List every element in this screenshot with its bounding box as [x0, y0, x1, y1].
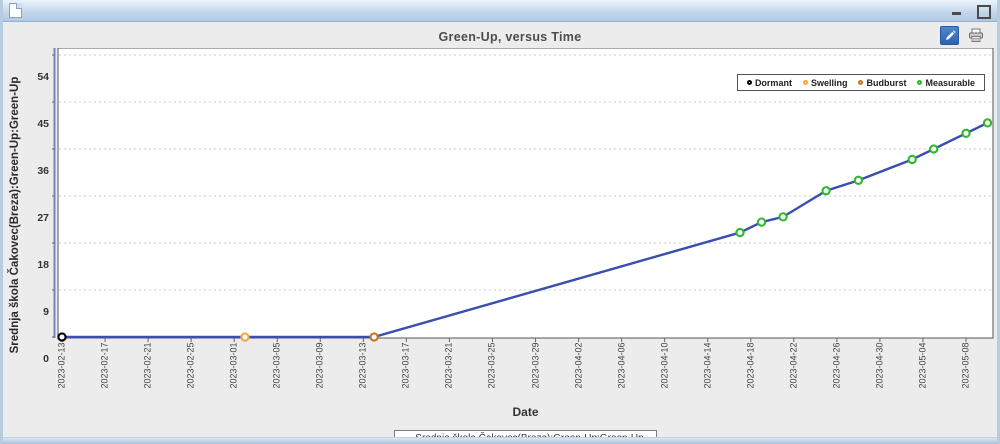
- data-point-measurable: [930, 145, 937, 152]
- x-tick-label: 2023-02-21: [143, 343, 154, 407]
- y-tick-label: 27: [19, 212, 49, 224]
- phase-legend-label: Measurable: [925, 78, 975, 88]
- x-tick-label: 2023-02-13: [57, 343, 68, 407]
- measurable-marker-icon: [917, 80, 922, 85]
- chart-plot-svg[interactable]: [52, 48, 999, 346]
- data-point-measurable: [736, 229, 743, 236]
- y-tick-label: 18: [19, 259, 49, 271]
- data-point-measurable: [779, 213, 786, 220]
- x-tick-label: 2023-04-06: [616, 343, 627, 407]
- x-tick-label: 2023-03-25: [487, 343, 498, 407]
- plot-area[interactable]: [52, 48, 999, 346]
- minimize-button[interactable]: [951, 4, 964, 17]
- phase-legend-label: Dormant: [755, 78, 792, 88]
- x-tick-label: 2023-02-17: [100, 343, 111, 407]
- data-point-budburst: [370, 333, 377, 340]
- data-point-measurable: [909, 156, 916, 163]
- maximize-button[interactable]: [976, 4, 989, 17]
- internal-frame: Green-Up, versus Time Genus: Betula, Spe…: [0, 0, 1000, 444]
- x-tick-label: 2023-03-05: [272, 343, 283, 407]
- phase-legend-item: Swelling: [803, 78, 848, 88]
- x-tick-label: 2023-05-08: [961, 343, 972, 407]
- data-point-measurable: [758, 219, 765, 226]
- data-point-measurable: [962, 130, 969, 137]
- x-tick-label: 2023-04-22: [788, 343, 799, 407]
- phase-legend-label: Budburst: [866, 78, 906, 88]
- x-tick-label: 2023-03-21: [444, 343, 455, 407]
- phase-legend: Dormant Swelling Budburst Measurable: [737, 74, 985, 91]
- swelling-marker-icon: [803, 80, 808, 85]
- pencil-icon: [943, 29, 956, 42]
- y-tick-label: 45: [19, 118, 49, 130]
- data-point-measurable: [823, 187, 830, 194]
- y-tick-label: 36: [19, 165, 49, 177]
- chart-title: Green-Up, versus Time: [43, 30, 977, 44]
- x-tick-label: 2023-05-04: [917, 343, 928, 407]
- phase-legend-item: Measurable: [917, 78, 975, 88]
- document-icon: [9, 3, 22, 18]
- phase-legend-item: Budburst: [858, 78, 906, 88]
- chart-panel: Green-Up, versus Time Genus: Betula, Spe…: [3, 22, 997, 437]
- x-tick-label: 2023-04-14: [702, 343, 713, 407]
- phase-legend-item: Dormant: [747, 78, 792, 88]
- x-tick-label: 2023-04-18: [745, 343, 756, 407]
- data-point-dormant: [58, 333, 65, 340]
- budburst-marker-icon: [858, 80, 863, 85]
- y-tick-label: 0: [19, 353, 49, 365]
- x-tick-label: 2023-04-10: [659, 343, 670, 407]
- x-tick-label: 2023-04-02: [573, 343, 584, 407]
- x-tick-label: 2023-03-13: [358, 343, 369, 407]
- window-titlebar[interactable]: [3, 0, 997, 22]
- x-tick-label: 2023-03-29: [530, 343, 541, 407]
- data-point-measurable: [855, 177, 862, 184]
- y-tick-label: 9: [19, 306, 49, 318]
- printer-icon: [968, 28, 984, 43]
- data-point-swelling: [241, 333, 248, 340]
- y-tick-label: 54: [19, 71, 49, 83]
- x-tick-label: 2023-03-09: [315, 343, 326, 407]
- x-tick-label: 2023-02-25: [186, 343, 197, 407]
- print-button[interactable]: [966, 26, 985, 45]
- window-bottom-border: [3, 437, 997, 444]
- edit-button[interactable]: [940, 26, 959, 45]
- chart-toolbar: [940, 26, 985, 45]
- phase-legend-label: Swelling: [811, 78, 848, 88]
- x-tick-label: 2023-03-17: [401, 343, 412, 407]
- x-tick-label: 2023-03-01: [229, 343, 240, 407]
- dormant-marker-icon: [747, 80, 752, 85]
- x-tick-label: 2023-04-26: [831, 343, 842, 407]
- data-point-measurable: [984, 119, 991, 126]
- x-axis-title: Date: [58, 405, 993, 419]
- x-tick-label: 2023-04-30: [874, 343, 885, 407]
